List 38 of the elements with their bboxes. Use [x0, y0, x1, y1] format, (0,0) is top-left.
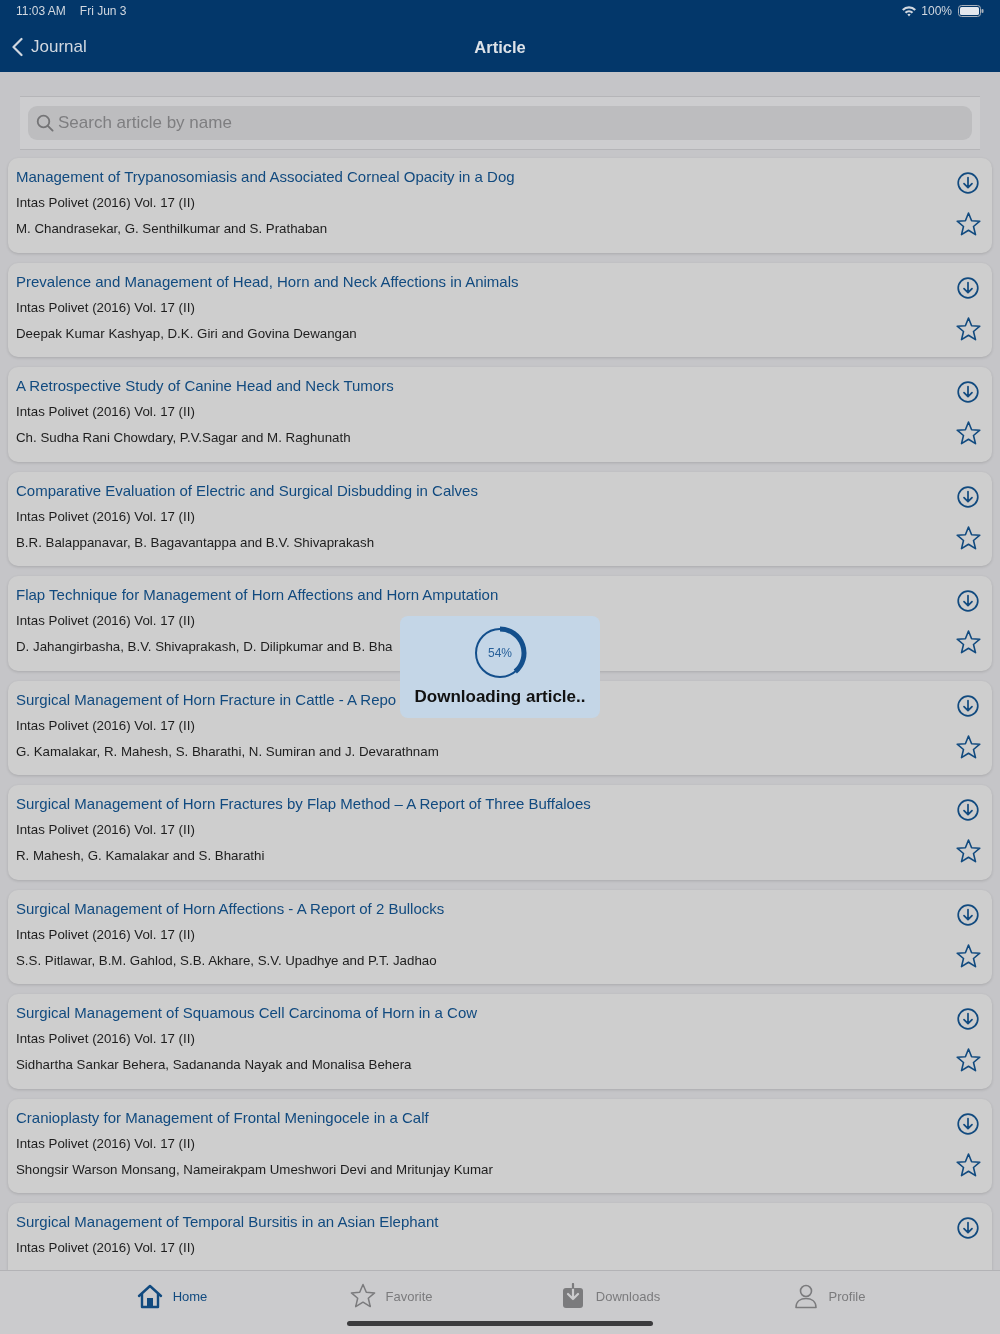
article-journal: Intas Polivet (2016) Vol. 17 (II) [16, 612, 195, 630]
download-message: Downloading article.. [414, 687, 586, 707]
article-title: Cranioplasty for Management of Frontal Meningocele in a Calf [16, 1107, 429, 1128]
progress-percent: 54% [487, 645, 513, 662]
article-title: Surgical Management of Horn Fractures by Flap Method – A Report of Three Buffaloes [16, 794, 591, 814]
article-journal: Intas Polivet (2016) Vol. 17 (II) [16, 1030, 195, 1048]
status-time: 11:03 AM [16, 4, 66, 18]
article-journal: Intas Polivet (2016) Vol. 17 (II) [16, 925, 195, 944]
status-date: Fri Jun 3 [79, 4, 127, 18]
battery-percent: 100% [921, 4, 952, 18]
article-title: Surgical Management of Temporal Bursitis in an Asian Elephant [16, 1212, 439, 1232]
article-title: Management of Trypanosomiasis and Associated Corneal Opacity in a Dog [16, 167, 515, 187]
article-authors: Sidhartha Sankar Behera, Sadananda Nayak and Monalisa Behera [16, 1056, 412, 1074]
article-journal: Intas Polivet (2016) Vol. 17 (II) [16, 194, 195, 212]
article-journal: Intas Polivet (2016) Vol. 17 (II) [16, 507, 195, 526]
article-title: Surgical Management of Horn Fracture in Cattle - A Repo [16, 689, 397, 710]
article-authors: Shongsir Warson Monsang, Nameirakpam Umeshwori Devi and Mritunjay Kumar [16, 1160, 493, 1179]
article-authors: B.R. Balappanavar, B. Bagavantappa and B.V. Shivaprakash [16, 533, 375, 552]
article-title: Prevalence and Management of Head, Horn and Neck Affections in Animals [16, 271, 519, 292]
article-journal: Intas Polivet (2016) Vol. 17 (II) [16, 298, 195, 317]
article-title: Surgical Management of Squamous Cell Carcinoma of Horn in a Cow [16, 1003, 478, 1023]
article-authors: R. Mahesh, G. Kamalakar and S. Bharathi [16, 847, 265, 865]
article-authors: S.S. Pitlawar, B.M. Gahlod, S.B. Akhare, S.V. Upadhye and P.T. Jadhao [16, 951, 437, 970]
article-title: Surgical Management of Horn Affections - A Report of 2 Bullocks [16, 898, 445, 919]
article-journal: Intas Polivet (2016) Vol. 17 (II) [16, 821, 195, 839]
article-authors: G. Kamalakar, R. Mahesh, S. Bharathi, N. Sumiran and J. Devarathnam [16, 742, 439, 761]
article-title: Comparative Evaluation of Electric and Surgical Disbudding in Calves [16, 480, 478, 501]
article-journal: Intas Polivet (2016) Vol. 17 (II) [16, 716, 195, 735]
article-authors: Ch. Sudha Rani Chowdary, P.V.Sagar and M. Raghunath [16, 429, 351, 447]
article-authors: M. Chandrasekar, G. Senthilkumar and S. Prathaban [16, 220, 328, 238]
article-title: A Retrospective Study of Canine Head and Neck Tumors [16, 376, 394, 396]
article-authors: Deepak Kumar Kashyap, D.K. Giri and Govina Dewangan [16, 324, 357, 343]
article-authors: D. Jahangirbasha, B.V. Shivaprakash, D. Dilipkumar and B. Bha [16, 638, 393, 656]
screen-title: Article [474, 37, 526, 57]
article-journal: Intas Polivet (2016) Vol. 17 (II) [16, 1239, 195, 1257]
article-journal: Intas Polivet (2016) Vol. 17 (II) [16, 1134, 195, 1153]
article-journal: Intas Polivet (2016) Vol. 17 (II) [16, 403, 195, 421]
article-title: Flap Technique for Management of Horn Affections and Horn Amputation [16, 585, 499, 605]
